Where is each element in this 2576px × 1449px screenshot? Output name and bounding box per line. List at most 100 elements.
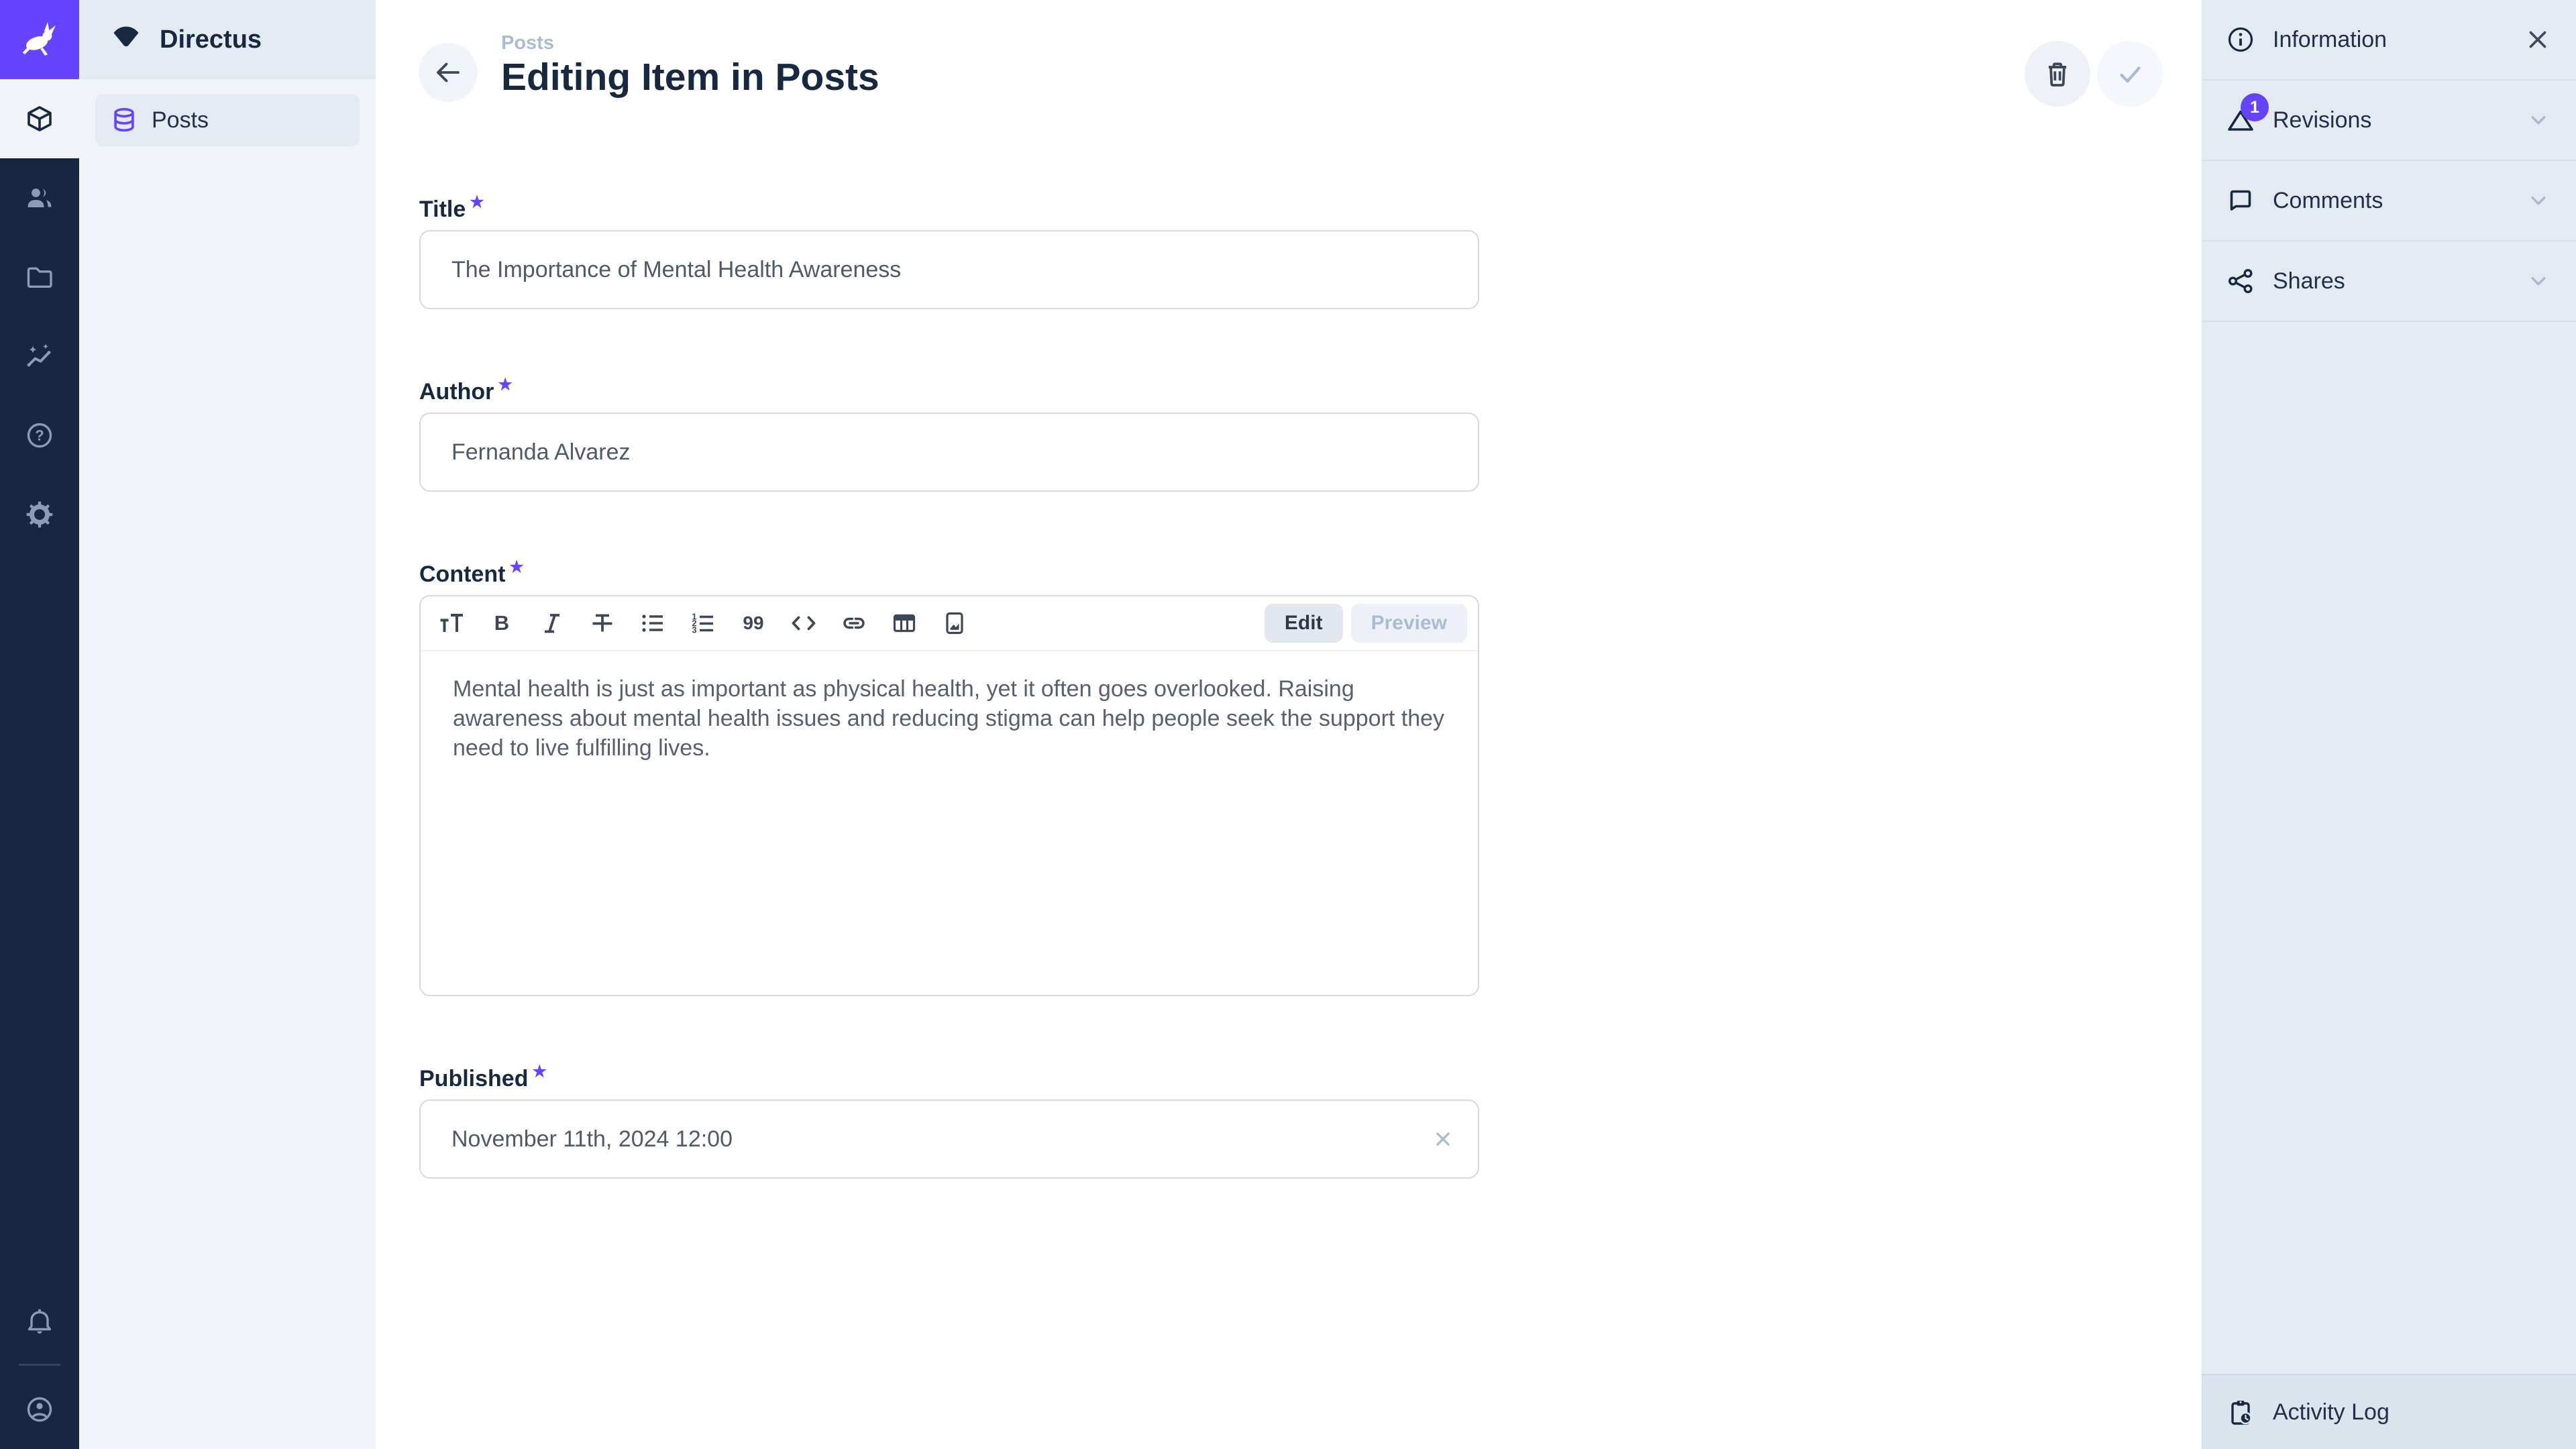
strikethrough-button[interactable]	[588, 608, 617, 638]
revisions-icon: 1	[2226, 105, 2255, 135]
table-button[interactable]	[890, 608, 919, 638]
tab-edit[interactable]: Edit	[1265, 604, 1343, 643]
directus-logo[interactable]	[0, 0, 79, 79]
author-input[interactable]	[419, 413, 1479, 492]
title-label-text: Title	[419, 197, 466, 222]
directus-app: ?	[0, 0, 2576, 1449]
author-label-text: Author	[419, 379, 494, 405]
header-actions	[2025, 41, 2163, 107]
required-star: ★	[509, 558, 524, 576]
module-files[interactable]	[0, 237, 79, 317]
nav-item-label: Posts	[152, 107, 209, 133]
delete-button[interactable]	[2025, 41, 2090, 107]
page-title: Editing Item in Posts	[501, 55, 879, 99]
comment-icon	[2226, 186, 2255, 215]
module-content[interactable]	[0, 79, 79, 158]
field-label: Author★	[419, 375, 1479, 402]
help-icon: ?	[25, 421, 54, 450]
required-star: ★	[532, 1063, 547, 1081]
sidebar-section-label: Information	[2273, 27, 2387, 53]
box-icon	[25, 104, 54, 133]
field-title: Title★	[419, 193, 1479, 309]
chevron-down-icon[interactable]	[2524, 266, 2553, 296]
bold-button[interactable]: B	[487, 608, 517, 638]
svg-text:99: 99	[743, 612, 763, 633]
close-sidebar-icon[interactable]	[2522, 24, 2553, 55]
share-icon	[2226, 266, 2255, 296]
content-textarea[interactable]: Mental health is just as important as ph…	[421, 651, 1478, 786]
sidebar-section-shares[interactable]: Shares	[2202, 241, 2576, 322]
published-input-wrap	[419, 1099, 1479, 1179]
revisions-count-badge: 1	[2241, 93, 2269, 121]
published-input[interactable]	[419, 1099, 1479, 1179]
activity-log-label: Activity Log	[2273, 1399, 2390, 1426]
sidebar-section-label: Revisions	[2273, 107, 2371, 133]
field-published: Published★	[419, 1062, 1479, 1179]
activity-log-button[interactable]: Activity Log	[2202, 1374, 2576, 1449]
people-icon	[25, 183, 54, 213]
required-star: ★	[498, 376, 513, 394]
format-size-button[interactable]	[437, 608, 466, 638]
field-content: Content★ B	[419, 557, 1479, 996]
link-button[interactable]	[839, 608, 869, 638]
markdown-editor: B	[419, 595, 1479, 996]
sidebar-item-posts[interactable]: Posts	[95, 94, 360, 146]
database-icon	[110, 106, 138, 134]
blockquote-button[interactable]: 99	[739, 608, 768, 638]
field-label: Content★	[419, 557, 1479, 584]
svg-text:3: 3	[692, 625, 696, 635]
project-name: Directus	[160, 25, 262, 54]
module-help[interactable]: ?	[0, 396, 79, 475]
page-header: Posts Editing Item in Posts	[376, 0, 2202, 134]
chevron-down-icon[interactable]	[2524, 186, 2553, 215]
numbered-list-button[interactable]: 1 2 3	[688, 608, 718, 638]
field-label: Title★	[419, 193, 1479, 219]
module-users[interactable]	[0, 158, 79, 237]
clear-date-icon[interactable]	[1430, 1126, 1456, 1152]
chevron-down-icon[interactable]	[2524, 105, 2553, 135]
notifications-button[interactable]	[0, 1281, 79, 1360]
code-button[interactable]	[789, 608, 818, 638]
module-insights[interactable]	[0, 317, 79, 396]
rabbit-logo-icon	[18, 18, 61, 61]
back-button[interactable]	[419, 43, 478, 102]
sidebar-section-label: Shares	[2273, 268, 2345, 294]
gear-icon	[25, 500, 54, 529]
project-header[interactable]: Directus	[79, 0, 376, 79]
check-icon	[2114, 58, 2146, 90]
project-fan-icon	[110, 23, 142, 56]
navigation-sidebar: Directus Posts	[79, 0, 376, 1449]
folder-icon	[25, 262, 54, 292]
breadcrumb[interactable]: Posts	[501, 32, 554, 54]
tab-preview[interactable]: Preview	[1351, 604, 1467, 643]
svg-text:B: B	[494, 611, 509, 635]
bell-icon	[25, 1305, 54, 1335]
insights-icon	[25, 341, 54, 371]
main-content: Posts Editing Item in Posts	[376, 0, 2202, 1449]
bullet-list-button[interactable]	[638, 608, 667, 638]
trash-icon	[2042, 58, 2073, 89]
save-button[interactable]	[2097, 41, 2163, 107]
sidebar-section-revisions[interactable]: 1 Revisions	[2202, 80, 2576, 161]
sidebar-section-comments[interactable]: Comments	[2202, 161, 2576, 241]
module-settings[interactable]	[0, 475, 79, 554]
sidebar-section-label: Comments	[2273, 188, 2383, 214]
account-button[interactable]	[0, 1370, 79, 1449]
italic-button[interactable]	[537, 608, 567, 638]
info-icon	[2226, 25, 2255, 54]
image-button[interactable]	[940, 608, 969, 638]
activity-log-icon	[2226, 1397, 2255, 1427]
account-circle-icon	[25, 1395, 54, 1424]
editor-toolbar: B	[421, 596, 1478, 651]
item-form: Title★ Author★ Content★	[419, 193, 1479, 1244]
info-sidebar: Information 1 Revisions	[2202, 0, 2576, 1449]
module-bar-divider	[19, 1364, 60, 1366]
sidebar-section-information[interactable]: Information	[2202, 0, 2576, 80]
editor-tabs: Edit Preview	[1265, 604, 1467, 643]
module-bar: ?	[0, 0, 79, 1449]
title-input[interactable]	[419, 230, 1479, 309]
content-label-text: Content	[419, 561, 505, 587]
arrow-left-icon	[432, 56, 464, 89]
field-label: Published★	[419, 1062, 1479, 1089]
published-label-text: Published	[419, 1066, 528, 1091]
